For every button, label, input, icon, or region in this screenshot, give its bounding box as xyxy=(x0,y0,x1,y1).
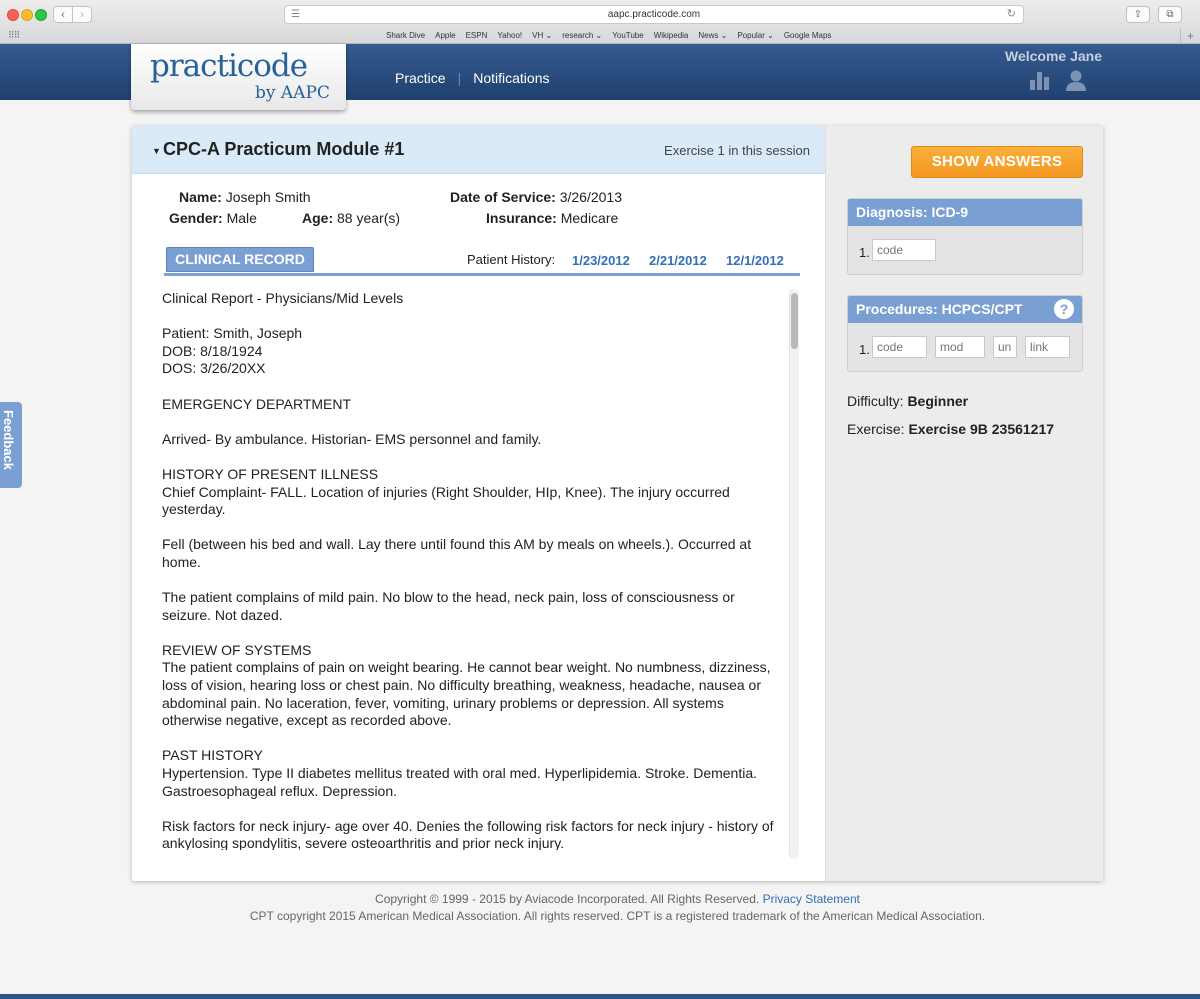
logo-subtext: by AAPC xyxy=(255,83,330,103)
copyright-text: Copyright © 1999 - 2015 by Aviacode Inco… xyxy=(375,892,760,906)
feedback-tab[interactable]: Feedback xyxy=(0,402,22,488)
answer-panel: SHOW ANSWERS Diagnosis: ICD-9 1. Procedu… xyxy=(825,126,1103,881)
bookmark-item[interactable]: Yahoo! xyxy=(497,31,522,40)
record-paragraph: EMERGENCY DEPARTMENT xyxy=(162,395,352,412)
clinical-record-text[interactable]: Clinical Report - Physicians/Mid Levels P… xyxy=(162,290,780,850)
tabs-icon[interactable]: ⧉ xyxy=(1158,6,1182,23)
bookmark-list: Shark Dive Apple ESPN Yahoo! VH ⌄ research ⌄ Y… xyxy=(386,31,831,40)
stats-icon[interactable] xyxy=(1029,70,1051,90)
url-text: aapc.practicode.com xyxy=(607,9,701,20)
nav-notifications[interactable]: Notifications xyxy=(473,70,549,86)
forward-icon[interactable]: › xyxy=(72,6,92,23)
reader-icon[interactable]: ☰ xyxy=(291,6,300,23)
record-paragraph: Patient: Smith, Joseph DOB: 8/18/1924 DO… xyxy=(162,325,303,377)
bookmark-item[interactable]: Popular ⌄ xyxy=(737,31,774,40)
nav-practice[interactable]: Practice xyxy=(395,70,446,86)
address-bar[interactable]: ☰ aapc.practicode.com ↻ xyxy=(284,5,1024,24)
bookmarks-bar: ⠿⠿ Shark Dive Apple ESPN Yahoo! VH ⌄ research… xyxy=(0,29,1200,44)
modifier-input[interactable] xyxy=(935,336,985,358)
user-icon[interactable] xyxy=(1065,70,1087,92)
history-link-3[interactable]: 12/1/2012 xyxy=(726,253,784,268)
cpt-notice: CPT copyright 2015 American Medical Asso… xyxy=(249,909,986,923)
module-title: CPC-A Practicum Module #1 xyxy=(163,139,405,159)
nav-divider: | xyxy=(457,70,462,86)
bookmark-item[interactable]: Shark Dive xyxy=(386,31,425,40)
back-icon[interactable]: ‹ xyxy=(53,6,73,23)
patient-age: Age: 88 year(s) xyxy=(302,210,401,226)
close-window-button[interactable] xyxy=(7,9,19,21)
welcome-text: Welcome Jane xyxy=(1005,48,1103,64)
diagnosis-row-number: 1. xyxy=(859,245,870,260)
share-icon[interactable]: ⇧ xyxy=(1126,6,1150,23)
main-nav: Practice | Notifications xyxy=(395,70,549,86)
session-counter: Exercise 1 in this session xyxy=(664,143,810,158)
logo-text: practicode xyxy=(150,48,308,84)
history-link-2[interactable]: 2/21/2012 xyxy=(649,253,707,268)
record-paragraph: Fell (between his bed and wall. Lay ther… xyxy=(162,536,752,570)
bookmark-item[interactable]: VH ⌄ xyxy=(532,31,552,40)
bottom-bar xyxy=(0,994,1200,999)
minimize-window-button[interactable] xyxy=(21,9,33,21)
diagnosis-title: Diagnosis: ICD-9 xyxy=(848,199,1082,226)
diagnosis-panel: Diagnosis: ICD-9 1. xyxy=(847,198,1083,275)
bookmark-item[interactable]: research ⌄ xyxy=(562,31,602,40)
logo[interactable]: practicode by AAPC xyxy=(131,44,346,110)
privacy-link[interactable]: Privacy Statement xyxy=(763,892,860,906)
tab-clinical-record[interactable]: CLINICAL RECORD xyxy=(166,247,314,272)
history-link-1[interactable]: 1/23/2012 xyxy=(572,253,630,268)
record-scrollbar[interactable] xyxy=(789,289,799,859)
bookmark-item[interactable]: ESPN xyxy=(466,31,488,40)
diagnosis-code-input[interactable] xyxy=(872,239,936,261)
patient-gender: Gender: Male xyxy=(169,210,257,226)
record-paragraph: REVIEW OF SYSTEMS The patient complains … xyxy=(162,641,771,729)
patient-history-label: Patient History: xyxy=(467,252,556,267)
bookmark-item[interactable]: Apple xyxy=(435,31,455,40)
procedures-header: Procedures: HCPCS/CPT ? xyxy=(848,296,1082,323)
show-answers-button[interactable]: SHOW ANSWERS xyxy=(911,146,1083,178)
bookmark-item[interactable]: Google Maps xyxy=(784,31,832,40)
procedure-code-input[interactable] xyxy=(872,336,927,358)
scrollbar-thumb[interactable] xyxy=(791,293,798,349)
module-header[interactable]: ▼ CPC-A Practicum Module #1 Exercise 1 i… xyxy=(132,126,825,174)
help-icon[interactable]: ? xyxy=(1054,299,1074,319)
browser-chrome: ‹ › ☰ aapc.practicode.com ↻ ⇧ ⧉ ⠿⠿ Shark… xyxy=(0,0,1200,44)
add-tab-icon[interactable]: + xyxy=(1180,29,1200,43)
bookmark-item[interactable]: News ⌄ xyxy=(698,31,727,40)
procedures-panel: Procedures: HCPCS/CPT ? 1. xyxy=(847,295,1083,372)
link-input[interactable] xyxy=(1025,336,1070,358)
units-input[interactable] xyxy=(993,336,1017,358)
tab-underline xyxy=(164,273,800,276)
record-paragraph: Clinical Report - Physicians/Mid Levels xyxy=(162,290,404,306)
record-paragraph: Risk factors for neck injury- age over 4… xyxy=(162,817,774,850)
difficulty: Difficulty: Beginner xyxy=(847,393,969,409)
bookmark-item[interactable]: YouTube xyxy=(612,31,643,40)
procedures-title: Procedures: HCPCS/CPT xyxy=(856,301,1023,317)
insurance: Insurance: Medicare xyxy=(486,210,619,226)
record-paragraph: PAST HISTORY Hypertension. Type II diabe… xyxy=(162,747,758,799)
record-paragraph: The patient complains of mild pain. No b… xyxy=(162,589,735,623)
feedback-label: Feedback xyxy=(1,410,16,470)
record-paragraph: HISTORY OF PRESENT ILLNESS Chief Complai… xyxy=(162,465,730,518)
patient-name: Name: Joseph Smith xyxy=(179,189,311,205)
chevron-down-icon[interactable]: ▼ xyxy=(152,146,161,156)
exercise-id: Exercise: Exercise 9B 23561217 xyxy=(847,421,1055,437)
record-paragraph: Arrived- By ambulance. Historian- EMS pe… xyxy=(162,430,542,447)
exercise-card: ▼ CPC-A Practicum Module #1 Exercise 1 i… xyxy=(132,126,1103,881)
record-pane: ▼ CPC-A Practicum Module #1 Exercise 1 i… xyxy=(132,126,825,881)
grid-icon[interactable]: ⠿⠿ xyxy=(8,30,20,41)
date-of-service: Date of Service: 3/26/2013 xyxy=(450,189,623,205)
procedure-row-number: 1. xyxy=(859,342,870,357)
zoom-window-button[interactable] xyxy=(35,9,47,21)
bookmark-item[interactable]: Wikipedia xyxy=(654,31,689,40)
reload-icon[interactable]: ↻ xyxy=(1007,6,1016,23)
copyright-line: Copyright © 1999 - 2015 by Aviacode Inco… xyxy=(0,892,1200,906)
